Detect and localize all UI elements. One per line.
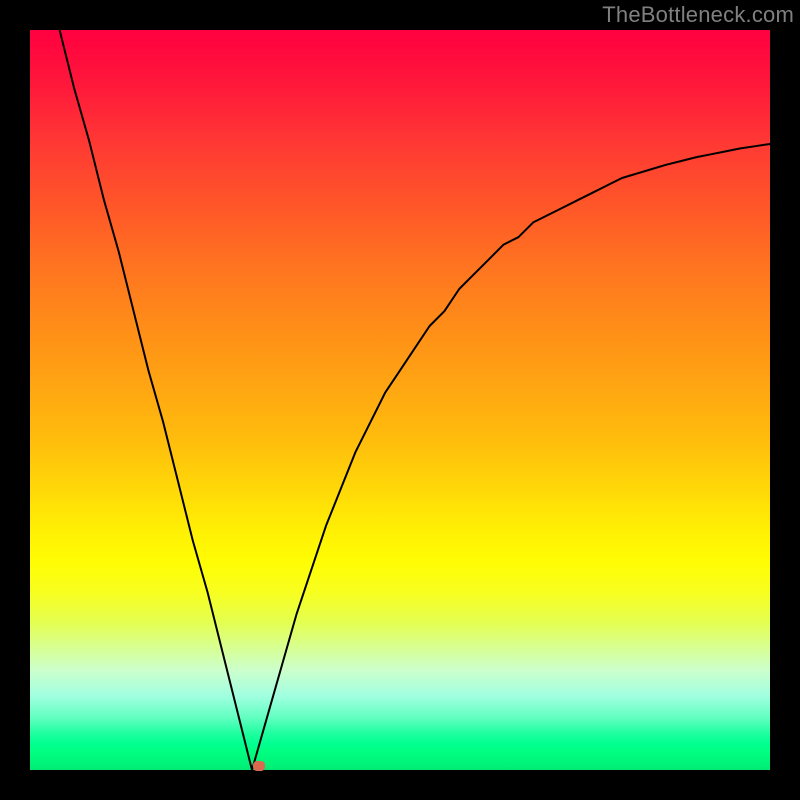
bottleneck-marker <box>253 761 265 771</box>
plot-area <box>30 30 770 770</box>
chart-frame: TheBottleneck.com <box>0 0 800 800</box>
watermark-text: TheBottleneck.com <box>602 2 794 28</box>
bottleneck-curve <box>30 30 770 770</box>
